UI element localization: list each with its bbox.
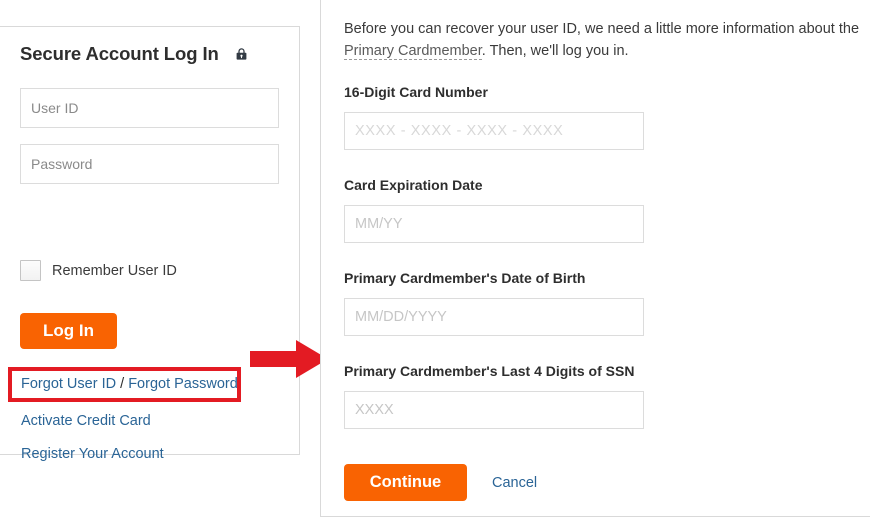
password-input[interactable] [20, 144, 279, 184]
ssn-last4-label: Primary Cardmember's Last 4 Digits of SS… [344, 363, 635, 379]
remember-user-id-checkbox[interactable] [20, 260, 41, 281]
secure-login-panel: Secure Account Log In Remember User ID L… [0, 26, 300, 462]
cancel-link[interactable]: Cancel [492, 475, 537, 491]
ssn-last4-input[interactable] [344, 391, 644, 429]
link-separator: / [116, 376, 129, 392]
date-of-birth-label: Primary Cardmember's Date of Birth [344, 270, 586, 286]
padlock-icon [236, 48, 247, 60]
recovery-intro-text: Before you can recover your user ID, we … [344, 18, 863, 62]
primary-cardmember-tooltip-term[interactable]: Primary Cardmember [344, 43, 482, 60]
remember-user-id-label: Remember User ID [52, 262, 177, 279]
forgot-password-link[interactable]: Forgot Password [128, 376, 238, 392]
card-expiration-label: Card Expiration Date [344, 177, 483, 193]
forgot-credentials-links[interactable]: Forgot User ID / Forgot Password [21, 376, 238, 392]
account-recovery-panel: Before you can recover your user ID, we … [320, 0, 870, 517]
register-your-account-link[interactable]: Register Your Account [21, 446, 164, 462]
date-of-birth-input[interactable] [344, 298, 644, 336]
intro-text-part1: Before you can recover your user ID, we … [344, 21, 860, 37]
card-number-label: 16-Digit Card Number [344, 84, 488, 100]
log-in-button[interactable]: Log In [20, 313, 117, 349]
forgot-user-id-link[interactable]: Forgot User ID [21, 376, 116, 392]
user-id-input[interactable] [20, 88, 279, 128]
page-root: Secure Account Log In Remember User ID L… [0, 0, 870, 517]
remember-user-id-row[interactable]: Remember User ID [20, 260, 177, 281]
continue-button[interactable]: Continue [344, 464, 467, 501]
card-number-input[interactable] [344, 112, 644, 150]
page-title: Secure Account Log In [20, 43, 219, 64]
intro-text-part2: . Then, we'll log you in. [481, 43, 629, 59]
activate-credit-card-link[interactable]: Activate Credit Card [21, 413, 151, 429]
card-expiration-input[interactable] [344, 205, 644, 243]
right-arrow-icon [250, 338, 328, 380]
